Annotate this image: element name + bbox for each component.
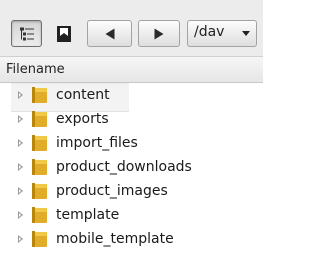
- folder-icon: [32, 207, 47, 223]
- file-browser-panel: /dav Filename content exports import_fil…: [0, 0, 263, 264]
- back-button[interactable]: [87, 20, 132, 47]
- folder-icon: [32, 135, 47, 151]
- file-list: content exports import_files product_dow…: [0, 83, 263, 252]
- item-label: template: [56, 207, 120, 223]
- list-item[interactable]: import_files: [0, 132, 263, 156]
- expand-arrow-icon[interactable]: [18, 235, 23, 243]
- toolbar: /dav: [0, 0, 263, 64]
- chevron-down-icon: [242, 31, 250, 36]
- path-select[interactable]: /dav: [187, 20, 257, 47]
- list-item[interactable]: exports: [0, 108, 263, 132]
- folder-icon: [32, 159, 47, 175]
- expand-arrow-icon[interactable]: [18, 91, 23, 99]
- filename-column-header[interactable]: Filename: [0, 56, 263, 83]
- column-header-label: Filename: [6, 62, 65, 77]
- folder-icon: [32, 111, 47, 127]
- forward-button[interactable]: [138, 20, 180, 47]
- bookmark-icon: [56, 25, 71, 42]
- list-item[interactable]: mobile_template: [0, 228, 263, 252]
- folder-icon: [32, 231, 47, 247]
- item-label: exports: [56, 111, 109, 127]
- item-label: product_images: [56, 183, 168, 199]
- list-item[interactable]: template: [0, 204, 263, 228]
- item-label: product_downloads: [56, 159, 192, 175]
- path-select-value: /dav: [194, 24, 225, 40]
- arrow-left-icon: [105, 28, 114, 39]
- tree-view-button[interactable]: [11, 20, 42, 47]
- expand-arrow-icon[interactable]: [18, 187, 23, 195]
- tree-view-icon: [19, 27, 34, 40]
- folder-icon: [32, 183, 47, 199]
- bookmarks-button[interactable]: [49, 20, 78, 47]
- list-item[interactable]: product_images: [0, 180, 263, 204]
- item-label: import_files: [56, 135, 138, 151]
- expand-arrow-icon[interactable]: [18, 139, 23, 147]
- expand-arrow-icon[interactable]: [18, 115, 23, 123]
- folder-icon: [32, 87, 47, 103]
- expand-arrow-icon[interactable]: [18, 163, 23, 171]
- list-item[interactable]: content: [0, 83, 263, 112]
- list-item[interactable]: product_downloads: [0, 156, 263, 180]
- item-label: content: [56, 87, 110, 103]
- item-label: mobile_template: [56, 231, 174, 247]
- arrow-right-icon: [154, 28, 164, 39]
- expand-arrow-icon[interactable]: [18, 211, 23, 219]
